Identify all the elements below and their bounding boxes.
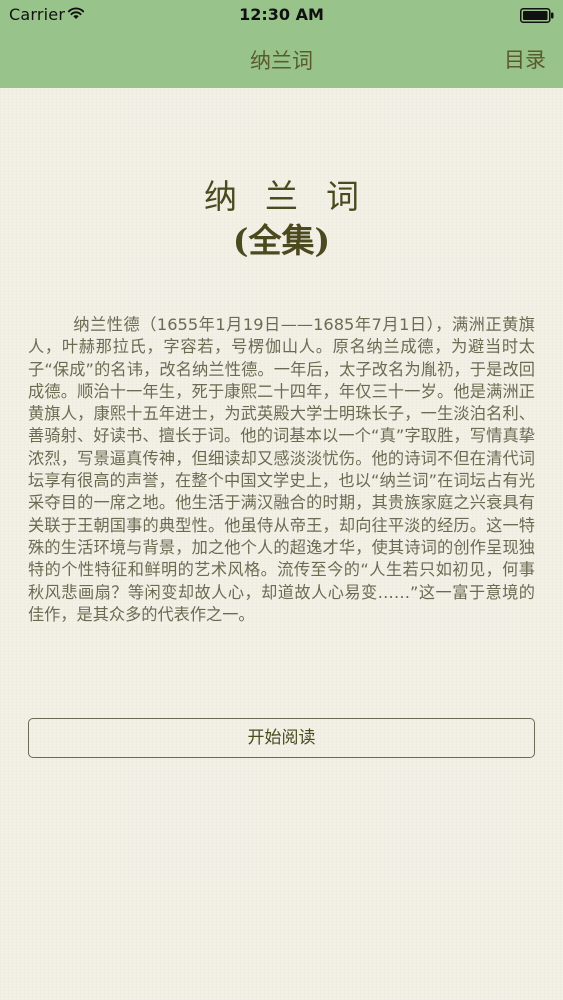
table-of-contents-button[interactable]: 目录: [504, 44, 546, 74]
book-title: 纳兰词: [204, 177, 387, 216]
start-reading-button[interactable]: 开始阅读: [28, 718, 535, 758]
book-introduction: 纳兰性德（1655年1月19日——1685年7月1日），满洲正黄旗人，叶赫那拉氏…: [28, 315, 535, 624]
navigation-bar: Carrier 12:30 AM 纳兰词 目录: [0, 0, 563, 88]
book-subtitle: (全集): [232, 221, 331, 260]
status-time: 12:30 AM: [239, 5, 324, 24]
battery-icon: [520, 8, 554, 23]
status-bar: Carrier 12:30 AM: [0, 0, 563, 30]
nav-title: 纳兰词: [250, 49, 313, 73]
